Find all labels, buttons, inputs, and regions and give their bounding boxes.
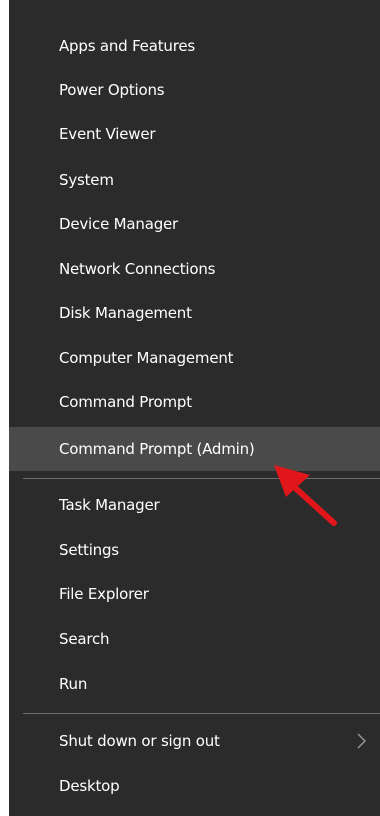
menu-item-command-prompt-admin[interactable]: Command Prompt (Admin) <box>9 427 380 471</box>
menu-item-label: Run <box>59 675 88 693</box>
menu-item-power-options[interactable]: Power Options <box>9 68 380 112</box>
chevron-right-icon <box>357 733 366 749</box>
menu-item-label: Shut down or sign out <box>59 732 220 750</box>
menu-item-computer-management[interactable]: Computer Management <box>9 336 380 380</box>
menu-item-label: Event Viewer <box>59 125 156 143</box>
menu-item-device-manager[interactable]: Device Manager <box>9 202 380 246</box>
menu-separator <box>23 478 380 479</box>
menu-item-desktop[interactable]: Desktop <box>9 764 380 808</box>
desktop-edge <box>0 0 9 816</box>
menu-item-label: Computer Management <box>59 349 234 367</box>
menu-item-label: Command Prompt <box>59 393 192 411</box>
menu-item-apps-and-features[interactable]: Apps and Features <box>9 24 380 68</box>
menu-item-system[interactable]: System <box>9 158 380 202</box>
menu-item-label: Desktop <box>59 777 120 795</box>
menu-item-run[interactable]: Run <box>9 662 380 706</box>
menu-item-disk-management[interactable]: Disk Management <box>9 291 380 335</box>
menu-item-label: Network Connections <box>59 260 216 278</box>
menu-item-search[interactable]: Search <box>9 617 380 661</box>
menu-item-label: Apps and Features <box>59 37 195 55</box>
menu-item-label: Search <box>59 630 110 648</box>
menu-item-label: File Explorer <box>59 585 149 603</box>
menu-item-network-connections[interactable]: Network Connections <box>9 247 380 291</box>
menu-item-label: System <box>59 171 114 189</box>
winx-context-menu: Apps and Features Power Options Event Vi… <box>9 0 380 816</box>
menu-separator <box>23 713 380 714</box>
menu-item-shut-down-or-sign-out[interactable]: Shut down or sign out <box>9 719 380 763</box>
menu-item-command-prompt[interactable]: Command Prompt <box>9 380 380 424</box>
menu-item-label: Device Manager <box>59 215 179 233</box>
menu-item-label: Disk Management <box>59 304 192 322</box>
menu-item-file-explorer[interactable]: File Explorer <box>9 572 380 616</box>
menu-item-task-manager[interactable]: Task Manager <box>9 483 380 527</box>
menu-item-settings[interactable]: Settings <box>9 528 380 572</box>
menu-item-label: Command Prompt (Admin) <box>59 440 255 458</box>
menu-item-label: Task Manager <box>59 496 160 514</box>
menu-item-event-viewer[interactable]: Event Viewer <box>9 112 380 156</box>
menu-item-label: Power Options <box>59 81 165 99</box>
menu-item-label: Settings <box>59 541 119 559</box>
